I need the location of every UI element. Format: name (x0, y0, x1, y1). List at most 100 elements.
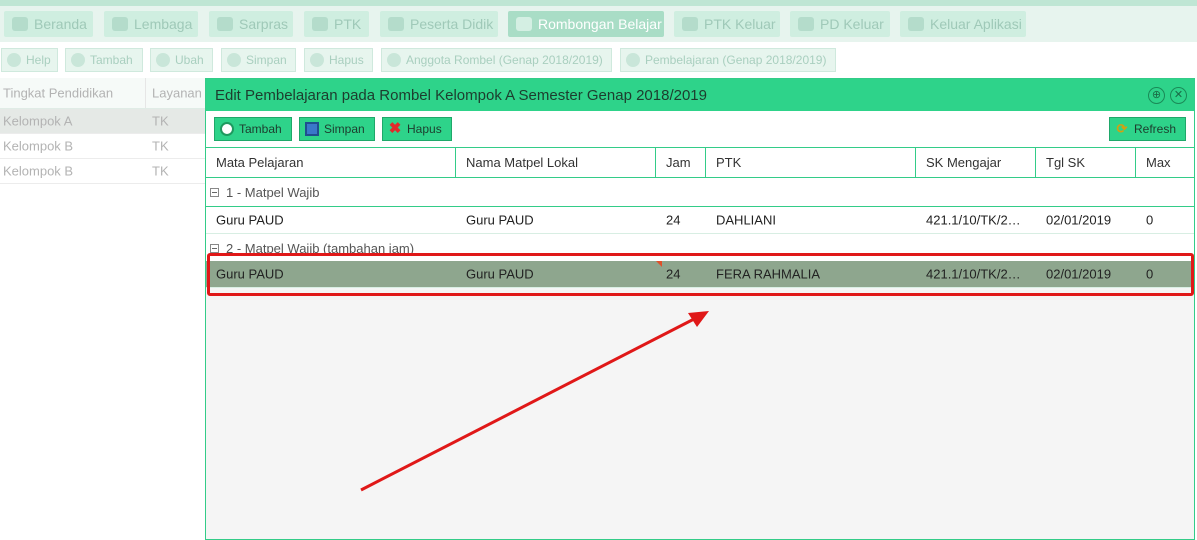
dialog-add-button[interactable]: Tambah (214, 117, 292, 141)
nav-tab-label: Sarpras (239, 16, 289, 32)
save-button[interactable]: Simpan (221, 48, 296, 72)
table-cell: 24 (666, 212, 681, 228)
delete-button-label: Hapus (329, 53, 364, 67)
nav-tab-sarpras[interactable]: Sarpras (209, 11, 293, 37)
table-row[interactable]: Kelompok B TK (0, 134, 205, 159)
institution-icon (112, 17, 128, 31)
table-cell: TK (152, 163, 169, 179)
add-button[interactable]: Tambah (65, 48, 143, 72)
nav-tab-ptk[interactable]: PTK (304, 11, 369, 37)
learning-button-label: Pembelajaran (Genap 2018/2019) (645, 53, 827, 67)
help-icon (7, 53, 21, 67)
teacher-icon (312, 17, 328, 31)
rombel-members-label: Anggota Rombel (Genap 2018/2019) (406, 53, 603, 67)
nav-tab-keluar-aplikasi[interactable]: Keluar Aplikasi (900, 11, 1026, 37)
learning-icon (626, 53, 640, 67)
rombel-members-button[interactable]: Anggota Rombel (Genap 2018/2019) (381, 48, 612, 72)
teacher-exit-icon (682, 17, 698, 31)
table-cell: Kelompok B (3, 138, 74, 154)
column-divider (145, 78, 146, 108)
dialog-add-label: Tambah (239, 122, 282, 136)
column-header[interactable]: Tingkat Pendidikan (3, 86, 113, 101)
nav-tab-beranda[interactable]: Beranda (4, 11, 93, 37)
pencil-icon (156, 53, 170, 67)
save-button-label: Simpan (246, 53, 287, 67)
dialog-title-bar[interactable]: Edit Pembelajaran pada Rombel Kelompok A… (206, 79, 1194, 111)
nav-tab-lembaga[interactable]: Lembaga (104, 11, 198, 37)
class-group-icon (516, 17, 532, 31)
home-icon (12, 17, 28, 31)
table-row[interactable]: Kelompok B TK (0, 159, 205, 184)
column-header[interactable]: Jam (656, 148, 706, 177)
table-row[interactable]: Kelompok A TK (0, 109, 205, 134)
table-cell: Guru PAUD (216, 212, 284, 228)
table-row[interactable]: Guru PAUD Guru PAUD 24 DAHLIANI 421.1/10… (206, 207, 1194, 234)
facility-icon (217, 17, 233, 31)
table-cell: 02/01/2019 (1046, 212, 1112, 228)
group-header-row[interactable]: 1 - Matpel Wajib (206, 178, 1194, 207)
edit-button[interactable]: Ubah (150, 48, 213, 72)
add-icon (220, 122, 234, 136)
nav-tab-label: Lembaga (134, 16, 193, 32)
column-header[interactable]: SK Mengajar (916, 148, 1036, 177)
members-icon (387, 53, 401, 67)
nav-tab-rombongan-belajar[interactable]: Rombongan Belajar (508, 11, 664, 37)
dialog-delete-button[interactable]: ✖ Hapus (382, 117, 452, 141)
table-cell: Kelompok B (3, 163, 74, 179)
nav-tab-label: Beranda (34, 16, 87, 32)
rombel-grid: Tingkat Pendidikan Layanan Kelompok A TK… (0, 78, 205, 540)
table-cell: TK (152, 138, 169, 154)
rombel-grid-header: Tingkat Pendidikan Layanan (0, 78, 205, 109)
column-header[interactable]: Max (1136, 148, 1194, 177)
add-icon (71, 53, 85, 67)
add-button-label: Tambah (90, 53, 133, 67)
nav-tab-pd-keluar[interactable]: PD Keluar (790, 11, 890, 37)
collapse-icon[interactable] (210, 188, 219, 197)
dialog-toolbar: Tambah Simpan ✖ Hapus ⟳ Refresh (206, 111, 1194, 148)
dialog-save-label: Simpan (324, 122, 365, 136)
close-icon[interactable]: ✕ (1170, 87, 1187, 104)
nav-tab-label: Peserta Didik (410, 16, 494, 32)
table-cell: Guru PAUD (466, 212, 534, 228)
delete-icon (310, 53, 324, 67)
dialog-save-button[interactable]: Simpan (299, 117, 375, 141)
nav-tab-label: PD Keluar (820, 16, 884, 32)
refresh-icon: ⟳ (1116, 121, 1128, 136)
nav-tab-label: Keluar Aplikasi (930, 16, 1022, 32)
column-header[interactable]: Mata Pelajaran (206, 148, 456, 177)
nav-tab-label: PTK Keluar (704, 16, 776, 32)
nav-tab-label: PTK (334, 16, 362, 32)
learning-button[interactable]: Pembelajaran (Genap 2018/2019) (620, 48, 836, 72)
column-header[interactable]: PTK (706, 148, 916, 177)
highlight-annotation (207, 253, 1194, 296)
table-cell: TK (152, 113, 169, 129)
nav-tab-ptk-keluar[interactable]: PTK Keluar (674, 11, 780, 37)
table-cell: DAHLIANI (716, 212, 776, 228)
edit-learning-dialog: Edit Pembelajaran pada Rombel Kelompok A… (205, 78, 1195, 540)
column-header[interactable]: Nama Matpel Lokal (456, 148, 656, 177)
learning-grid-header: Mata Pelajaran Nama Matpel Lokal Jam PTK… (206, 148, 1194, 178)
table-cell: Kelompok A (3, 113, 73, 129)
dialog-refresh-label: Refresh (1134, 122, 1177, 136)
group-label: 1 - Matpel Wajib (226, 185, 320, 200)
save-icon (305, 122, 319, 136)
maximize-icon[interactable]: ⊕ (1148, 87, 1165, 104)
dialog-delete-label: Hapus (407, 122, 442, 136)
student-exit-icon (798, 17, 814, 31)
edit-button-label: Ubah (175, 53, 204, 67)
column-header[interactable]: Layanan (152, 86, 202, 101)
logout-icon (908, 17, 924, 31)
help-button[interactable]: Help (1, 48, 58, 72)
main-nav: Beranda Lembaga Sarpras PTK Peserta Didi… (0, 6, 1197, 42)
table-cell: 421.1/10/TK/2… (926, 212, 1021, 228)
delete-icon: ✖ (388, 120, 402, 137)
delete-button[interactable]: Hapus (304, 48, 373, 72)
nav-tab-peserta-didik[interactable]: Peserta Didik (380, 11, 498, 37)
students-icon (388, 17, 404, 31)
collapse-icon[interactable] (210, 244, 219, 253)
main-toolbar: Help Tambah Ubah Simpan Hapus Anggota Ro… (0, 42, 1197, 78)
dialog-refresh-button[interactable]: ⟳ Refresh (1109, 117, 1186, 141)
table-cell: 0 (1146, 212, 1154, 228)
dialog-title: Edit Pembelajaran pada Rombel Kelompok A… (215, 87, 707, 104)
column-header[interactable]: Tgl SK (1036, 148, 1136, 177)
